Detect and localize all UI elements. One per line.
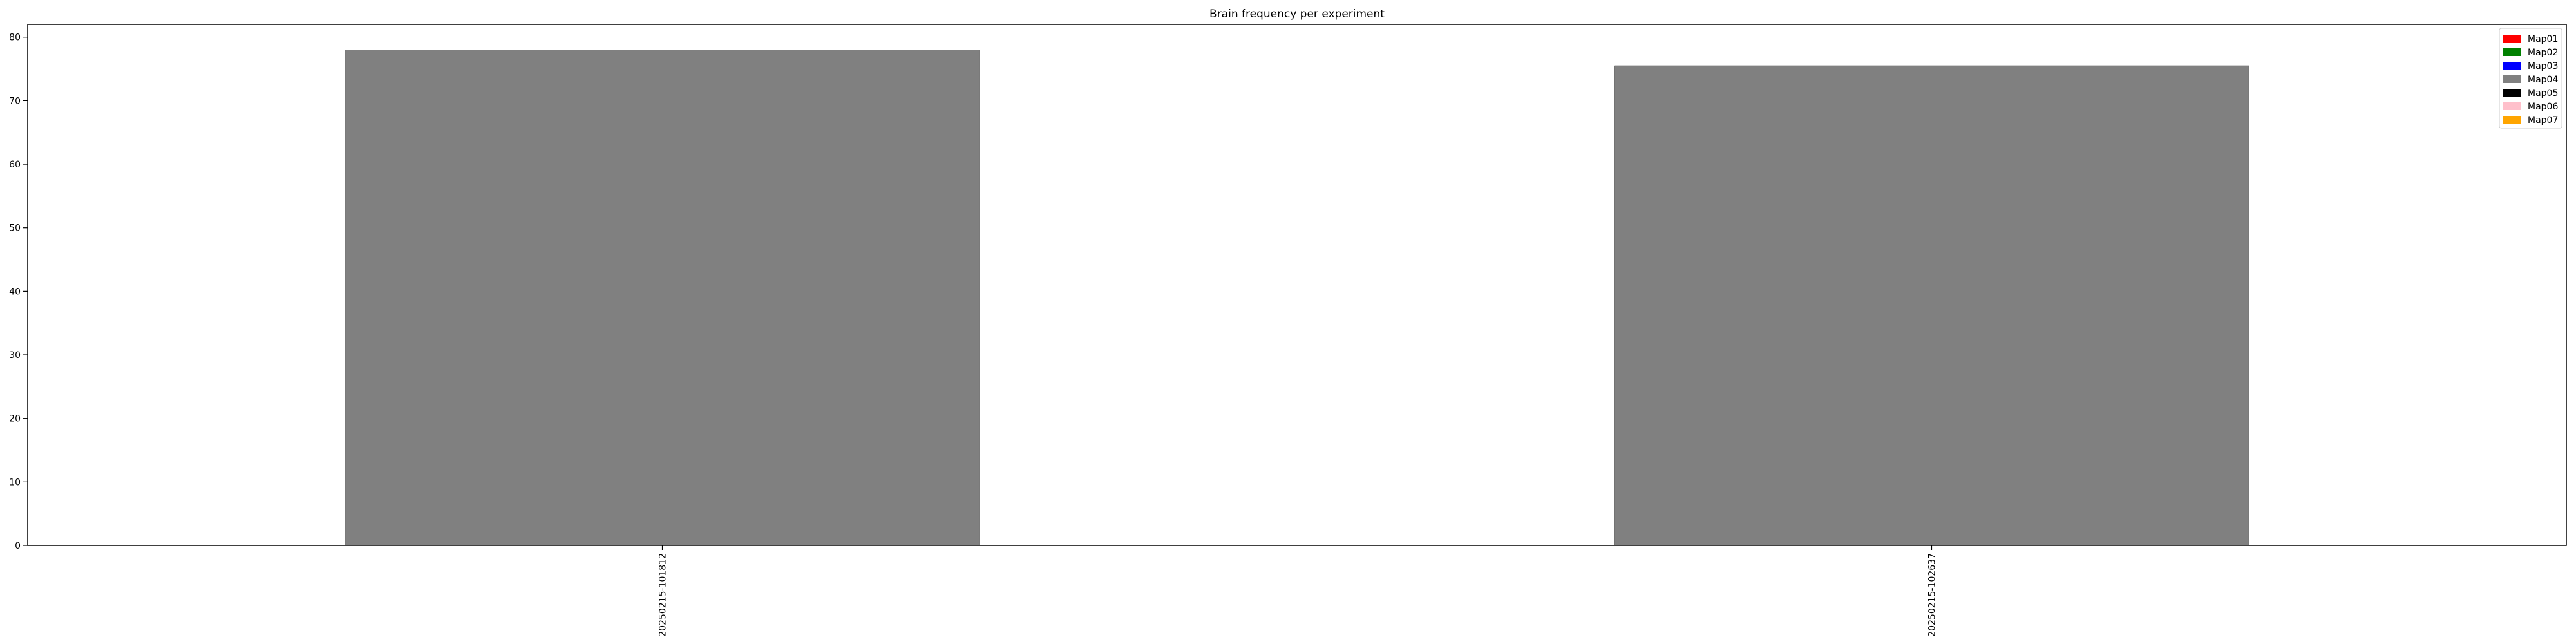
legend-label: Map04 [2528,75,2558,85]
legend-label: Map01 [2528,34,2558,44]
legend-label: Map03 [2528,61,2558,71]
legend-swatch [2503,48,2521,56]
legend-swatch [2503,89,2521,97]
bar-map04-0 [345,50,980,546]
legend-swatch [2503,35,2521,43]
legend-swatch [2503,75,2521,83]
y-tick-label: 40 [9,287,21,297]
legend-swatch [2503,102,2521,110]
chart-title: Brain frequency per experiment [1209,8,1385,21]
y-axis: 0 10 20 30 40 50 60 70 80 [9,33,28,551]
legend-label: Map07 [2528,115,2558,126]
y-tick-label: 20 [9,414,21,424]
bar-map04-1 [1614,65,2249,546]
legend-label: Map06 [2528,102,2558,112]
legend: Map01 Map02 Map03 Map04 Map05 Map06 Map07 [2499,28,2562,129]
y-tick-label: 0 [15,541,21,551]
y-tick-label: 70 [9,96,21,106]
y-tick-label: 60 [9,160,21,170]
y-tick-label: 80 [9,33,21,43]
x-tick-label: 20250215-101812 [658,553,668,637]
legend-swatch [2503,116,2521,124]
y-tick-label: 50 [9,223,21,234]
legend-label: Map02 [2528,48,2558,58]
bars-layer [345,50,2249,546]
x-axis: 20250215-101812 20250215-102637 [658,545,1938,637]
y-tick-label: 10 [9,477,21,488]
y-tick-label: 30 [9,350,21,361]
bar-chart: Brain frequency per experiment 0 10 20 30 40… [9,8,2567,637]
x-tick-label: 20250215-102637 [1927,553,1938,637]
legend-swatch [2503,62,2521,70]
legend-label: Map05 [2528,88,2558,99]
